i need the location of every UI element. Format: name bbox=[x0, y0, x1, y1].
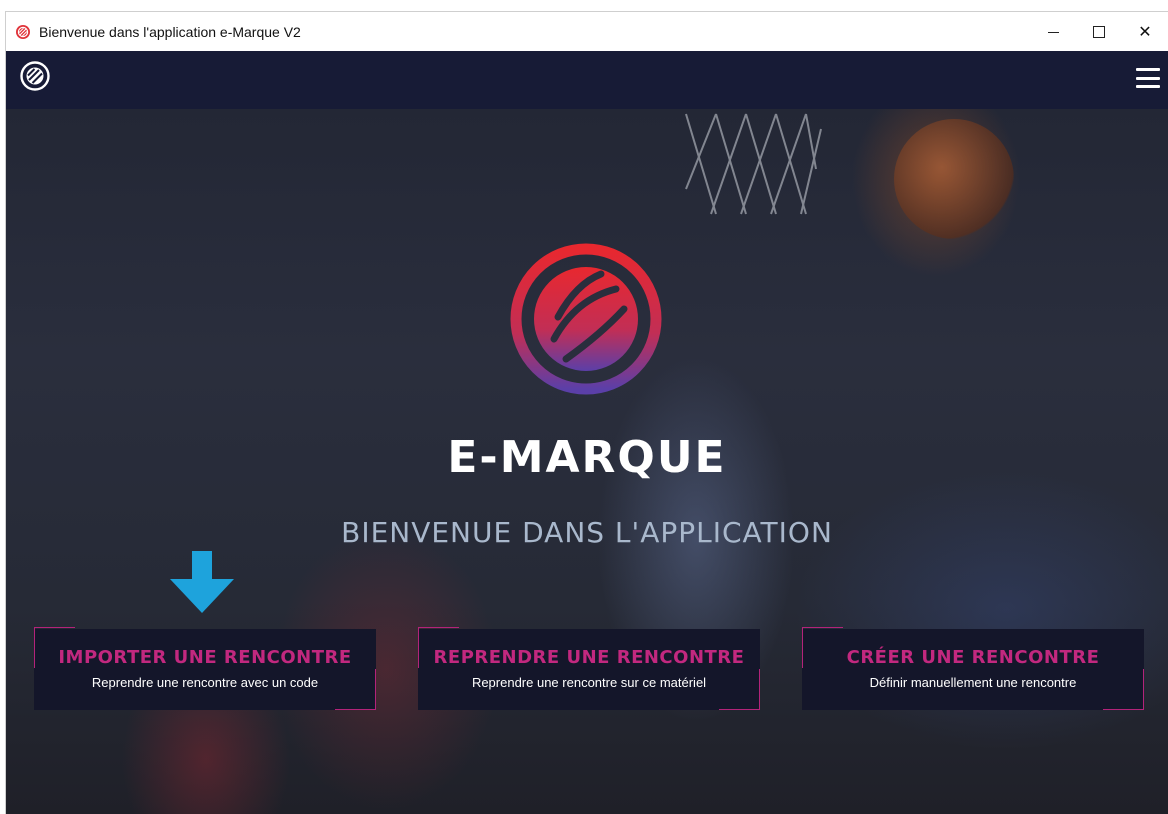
hero-section: E-MARQUE BIENVENUE DANS L'APPLICATION IM… bbox=[6, 109, 1168, 814]
import-match-button[interactable]: IMPORTER UNE RENCONTRE Reprendre une ren… bbox=[34, 627, 376, 710]
close-icon: ✕ bbox=[1138, 23, 1152, 41]
resume-match-button[interactable]: REPRENDRE UNE RENCONTRE Reprendre une re… bbox=[418, 627, 760, 710]
close-button[interactable]: ✕ bbox=[1122, 12, 1168, 51]
card-title: IMPORTER UNE RENCONTRE bbox=[58, 647, 352, 668]
card-subtitle: Reprendre une rencontre sur ce matériel bbox=[471, 675, 707, 690]
menu-line bbox=[1136, 68, 1160, 71]
minimize-button[interactable] bbox=[1030, 12, 1076, 51]
app-window: Bienvenue dans l'application e-Marque V2… bbox=[6, 12, 1168, 814]
card-corner bbox=[1103, 669, 1144, 710]
card-corner bbox=[335, 669, 376, 710]
title-bar: Bienvenue dans l'application e-Marque V2… bbox=[6, 12, 1168, 51]
card-title: REPRENDRE UNE RENCONTRE bbox=[433, 647, 745, 668]
app-icon bbox=[16, 24, 30, 39]
card-subtitle: Définir manuellement une rencontre bbox=[869, 675, 1077, 690]
card-title: CRÉER UNE RENCONTRE bbox=[846, 647, 1100, 668]
hamburger-menu-icon[interactable] bbox=[1136, 68, 1160, 88]
card-corner bbox=[719, 669, 760, 710]
basketball-logo-icon[interactable] bbox=[20, 61, 50, 91]
app-header bbox=[6, 51, 1168, 109]
card-corner bbox=[418, 627, 459, 668]
menu-line bbox=[1136, 85, 1160, 88]
create-match-button[interactable]: CRÉER UNE RENCONTRE Définir manuellement… bbox=[802, 627, 1144, 710]
window-title: Bienvenue dans l'application e-Marque V2 bbox=[39, 23, 301, 40]
basketball-net-image bbox=[685, 113, 822, 215]
menu-line bbox=[1136, 76, 1160, 80]
down-arrow-icon bbox=[170, 551, 234, 613]
minimize-icon bbox=[1047, 32, 1059, 33]
welcome-tagline: BIENVENUE DANS L'APPLICATION bbox=[341, 516, 833, 549]
card-subtitle: Reprendre une rencontre avec un code bbox=[91, 675, 319, 690]
card-corner bbox=[802, 627, 843, 668]
basketball-image bbox=[894, 119, 1014, 239]
brand-title: E-MARQUE bbox=[447, 432, 727, 483]
maximize-icon bbox=[1093, 25, 1105, 38]
maximize-button[interactable] bbox=[1076, 12, 1122, 51]
card-corner bbox=[34, 627, 75, 668]
emarque-logo-icon bbox=[510, 243, 662, 395]
